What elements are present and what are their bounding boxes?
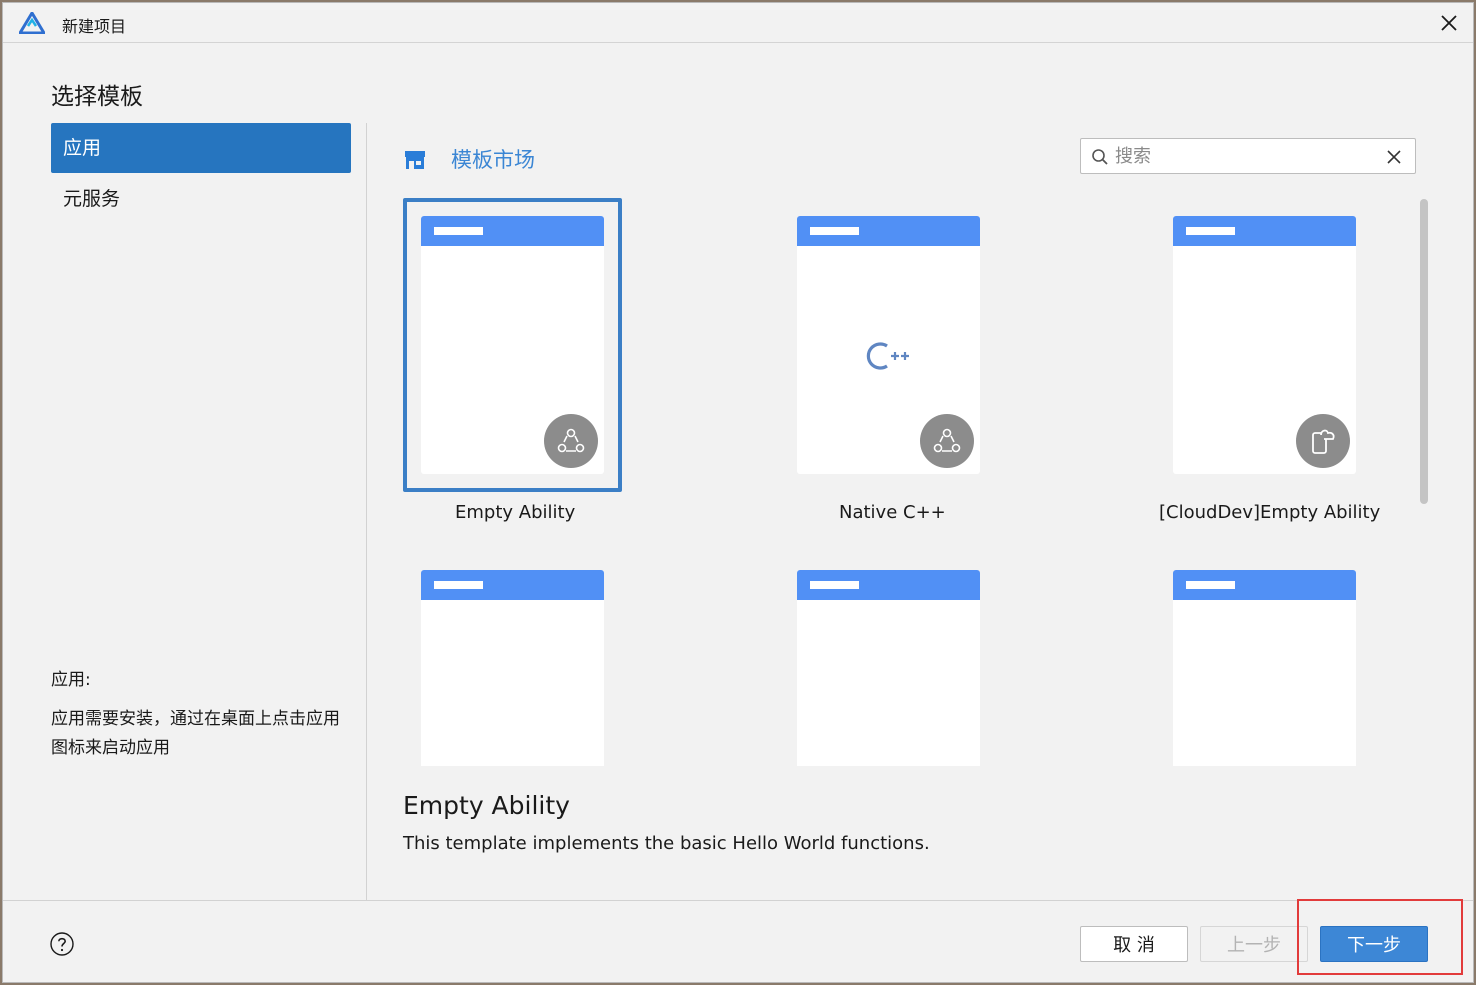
app-logo-icon [19, 12, 45, 34]
preview-header-line [810, 227, 859, 235]
template-label: [CloudDev]Empty Ability [1159, 502, 1381, 523]
nav-item-app[interactable]: 应用 [51, 123, 351, 173]
template-preview [421, 216, 604, 474]
close-icon[interactable] [1435, 9, 1463, 37]
template-card-native-cpp[interactable]: Native C++ [779, 198, 998, 528]
preview-header-bar [797, 570, 980, 600]
preview-header-line [434, 581, 483, 589]
template-preview [797, 216, 980, 474]
scrollbar-thumb[interactable] [1420, 199, 1428, 504]
title-bar: 新建项目 [3, 3, 1473, 43]
ability-icon [544, 414, 598, 468]
next-button-highlight [1297, 899, 1463, 975]
preview-header-line [1186, 227, 1235, 235]
description-body: 应用需要安装，通过在桌面上点击应用图标来启动应用 [51, 709, 340, 758]
template-card-6[interactable] [1155, 552, 1374, 766]
template-preview [1173, 216, 1356, 474]
cloud-device-icon [1296, 414, 1350, 468]
vertical-divider [366, 123, 367, 901]
section-title: 选择模板 [51, 84, 143, 110]
cpp-logo-icon [866, 342, 909, 370]
description-title: 应用: [51, 670, 91, 690]
window-title: 新建项目 [62, 17, 127, 36]
ability-icon [920, 414, 974, 468]
template-card-5[interactable] [779, 552, 998, 766]
template-detail-title: Empty Ability [403, 791, 570, 820]
template-label: Native C++ [839, 502, 946, 523]
preview-header-line [1186, 581, 1235, 589]
previous-button[interactable]: 上一步 [1200, 926, 1308, 962]
store-icon[interactable] [403, 148, 427, 172]
template-preview [1173, 570, 1356, 766]
clear-search-icon[interactable] [1385, 148, 1403, 166]
ability-glyph [933, 428, 961, 453]
template-detail-description: This template implements the basic Hello… [403, 833, 930, 854]
preview-header-bar [797, 216, 980, 246]
nav-item-atomic-service[interactable]: 元服务 [51, 174, 351, 224]
help-icon[interactable] [50, 932, 74, 956]
ability-glyph [557, 428, 585, 453]
search-input[interactable] [1115, 142, 1375, 170]
new-project-dialog: 新建项目 选择模板 应用 元服务 应用: 应用需要安装，通过在桌面上点击应用图标… [2, 2, 1474, 983]
search-box [1080, 138, 1416, 174]
preview-header-bar [1173, 216, 1356, 246]
template-label: Empty Ability [455, 502, 576, 523]
preview-header-line [810, 581, 859, 589]
template-preview [421, 570, 604, 766]
template-card-empty-ability[interactable]: Empty Ability [403, 198, 622, 528]
cancel-button[interactable]: 取 消 [1080, 926, 1188, 962]
template-preview [797, 570, 980, 766]
template-card-4[interactable] [403, 552, 622, 766]
cloud-device-glyph [1312, 429, 1335, 454]
footer-divider [3, 900, 1473, 901]
search-icon [1092, 149, 1108, 165]
preview-header-bar [1173, 570, 1356, 600]
template-market-link[interactable]: 模板市场 [451, 144, 535, 174]
preview-header-bar [421, 216, 604, 246]
template-card-clouddev-empty-ability[interactable]: [CloudDev]Empty Ability [1155, 198, 1385, 528]
preview-header-bar [421, 570, 604, 600]
preview-header-line [434, 227, 483, 235]
